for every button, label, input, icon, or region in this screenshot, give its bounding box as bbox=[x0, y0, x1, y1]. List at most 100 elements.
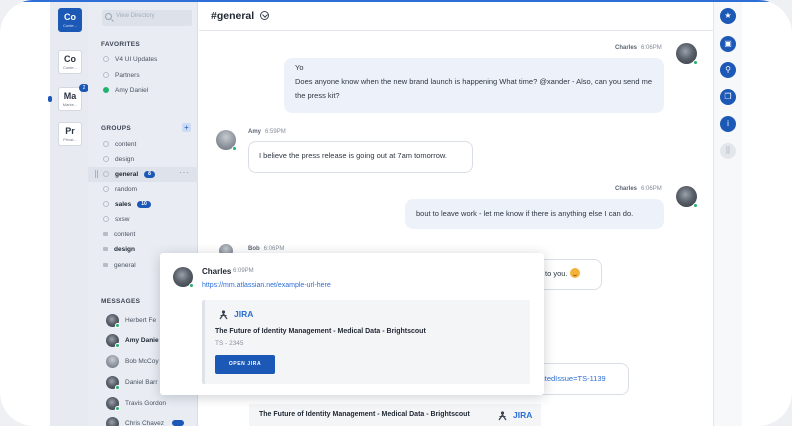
group-item[interactable]: sxsw bbox=[103, 214, 129, 226]
team-content-active[interactable]: Co Conte... bbox=[58, 8, 82, 32]
pin-icon[interactable]: ⚲ bbox=[720, 62, 736, 78]
online-status-icon bbox=[103, 87, 109, 93]
message-time: 6:06PM bbox=[641, 186, 662, 192]
group-item-general[interactable]: general 8 bbox=[103, 169, 155, 181]
channel-icon bbox=[103, 171, 109, 177]
team-sub: Marke... bbox=[62, 102, 78, 107]
favorite-item[interactable]: V4 UI Updates bbox=[103, 54, 157, 66]
team-abbr: Co bbox=[64, 54, 76, 64]
favorite-label: V4 UI Updates bbox=[115, 56, 158, 63]
team-sub: Privat... bbox=[63, 137, 77, 142]
issue-key: TS - 2345 bbox=[215, 340, 244, 347]
more-options-icon[interactable]: ··· bbox=[179, 168, 190, 177]
group-item[interactable]: random bbox=[103, 184, 137, 196]
message-text: to you. bbox=[545, 269, 568, 278]
group-label: content bbox=[114, 231, 136, 238]
group-label: random bbox=[115, 186, 138, 193]
dm-item[interactable]: Daniel Barr bbox=[125, 376, 158, 390]
avatar bbox=[173, 267, 194, 288]
dm-item[interactable]: Bob McCoy bbox=[125, 355, 159, 369]
group-label: sxsw bbox=[115, 216, 130, 223]
avatar bbox=[216, 130, 237, 151]
group-item[interactable]: content bbox=[103, 229, 135, 241]
team-abbr: Pr bbox=[65, 126, 75, 136]
groups-title: GROUPS bbox=[101, 125, 131, 132]
message-meta: Bob 6:06PM bbox=[248, 246, 284, 252]
chevron-down-icon[interactable] bbox=[260, 11, 269, 20]
app-window: Co Conte... Co Conte... Ma Marke... Pr P… bbox=[0, 0, 792, 426]
channel-icon bbox=[103, 201, 109, 207]
favorites-title: FAVORITES bbox=[101, 41, 141, 48]
embed-title: The Future of Identity Management - Medi… bbox=[259, 411, 470, 418]
channel-icon bbox=[103, 156, 109, 162]
jira-icon bbox=[498, 411, 507, 421]
search-input[interactable]: View Directory bbox=[116, 13, 155, 19]
apps-icon[interactable]: ⣿ bbox=[720, 143, 736, 159]
message-bubble: I believe the press release is going out… bbox=[248, 141, 473, 173]
add-group-button[interactable]: + bbox=[182, 123, 191, 132]
popup-time: 6:09PM bbox=[233, 268, 254, 274]
channel-icon bbox=[103, 141, 109, 147]
dm-item[interactable]: Travis Gordon bbox=[125, 397, 166, 411]
unread-badge bbox=[172, 420, 184, 426]
avatar bbox=[676, 43, 698, 65]
messages-title: MESSAGES bbox=[101, 298, 141, 305]
message-time: 6:59PM bbox=[265, 129, 286, 135]
group-item-sales[interactable]: sales 10 bbox=[103, 199, 151, 211]
header-divider bbox=[199, 30, 713, 31]
message-meta: Charles 6:06PM bbox=[615, 186, 662, 192]
team-sub: Conte... bbox=[62, 23, 77, 28]
group-item[interactable]: content bbox=[103, 139, 136, 151]
embed-title: The Future of Identity Management - Medi… bbox=[215, 328, 426, 335]
files-icon[interactable]: ❐ bbox=[720, 89, 736, 105]
notebook-icon[interactable]: ▣ bbox=[720, 36, 736, 52]
group-item[interactable]: general bbox=[103, 260, 136, 272]
team-sub: Conte... bbox=[62, 65, 77, 70]
online-status-icon bbox=[232, 146, 237, 151]
dm-item[interactable]: Herbert Fe bbox=[125, 314, 156, 328]
dm-item[interactable]: Amy Danie bbox=[125, 334, 159, 348]
favorite-item[interactable]: Partners bbox=[103, 70, 140, 82]
online-status-icon bbox=[693, 60, 698, 65]
online-status-icon bbox=[115, 323, 120, 328]
embed-brand: JIRA bbox=[513, 410, 533, 420]
message-author: Charles bbox=[615, 45, 638, 51]
message-bubble: bout to leave work - let me know if ther… bbox=[405, 199, 664, 229]
jira-embed-card: The Future of Identity Management - Medi… bbox=[249, 404, 541, 426]
smile-emoji-icon bbox=[569, 268, 580, 278]
unread-badge: 8 bbox=[144, 171, 155, 178]
avatar bbox=[106, 397, 120, 411]
favorite-item[interactable]: Amy Daniel bbox=[103, 85, 148, 97]
avatar bbox=[106, 334, 120, 348]
group-item[interactable]: design bbox=[103, 154, 134, 166]
message-author: Charles bbox=[615, 186, 638, 192]
team-active-indicator bbox=[48, 96, 52, 102]
popup-link[interactable]: https://mm.atlassian.net/example-url-her… bbox=[202, 282, 331, 289]
team-abbr: Ma bbox=[63, 91, 77, 101]
message-meta: Amy 6:59PM bbox=[248, 129, 286, 135]
dm-item[interactable]: Chris Chavez bbox=[125, 417, 164, 426]
avatar bbox=[106, 376, 120, 390]
message-link[interactable]: ctedIssue=TS-1139 bbox=[541, 374, 606, 383]
info-icon[interactable]: i bbox=[720, 116, 736, 132]
search-box[interactable]: View Directory bbox=[102, 10, 192, 26]
channel-icon bbox=[103, 72, 109, 78]
group-label: sales bbox=[115, 201, 132, 208]
jira-icon bbox=[219, 310, 228, 320]
avatar bbox=[106, 355, 119, 368]
drag-handle-icon[interactable] bbox=[95, 170, 98, 178]
avatar bbox=[676, 186, 698, 208]
message-time: 6:06PM bbox=[263, 246, 285, 252]
open-jira-button[interactable]: OPEN JIRA bbox=[215, 355, 275, 374]
favorite-label: Partners bbox=[115, 72, 140, 79]
group-item[interactable]: design bbox=[103, 244, 135, 256]
team-private[interactable]: Pr Privat... bbox=[58, 122, 82, 146]
star-icon[interactable]: ★ bbox=[720, 8, 736, 24]
avatar bbox=[106, 314, 120, 328]
group-label: general bbox=[115, 171, 139, 178]
team-marketing[interactable]: Ma Marke... bbox=[58, 87, 82, 111]
online-status-icon bbox=[115, 343, 120, 348]
message-author: Amy bbox=[248, 129, 262, 135]
team-content[interactable]: Co Conte... bbox=[58, 50, 82, 74]
online-status-icon bbox=[693, 203, 698, 208]
